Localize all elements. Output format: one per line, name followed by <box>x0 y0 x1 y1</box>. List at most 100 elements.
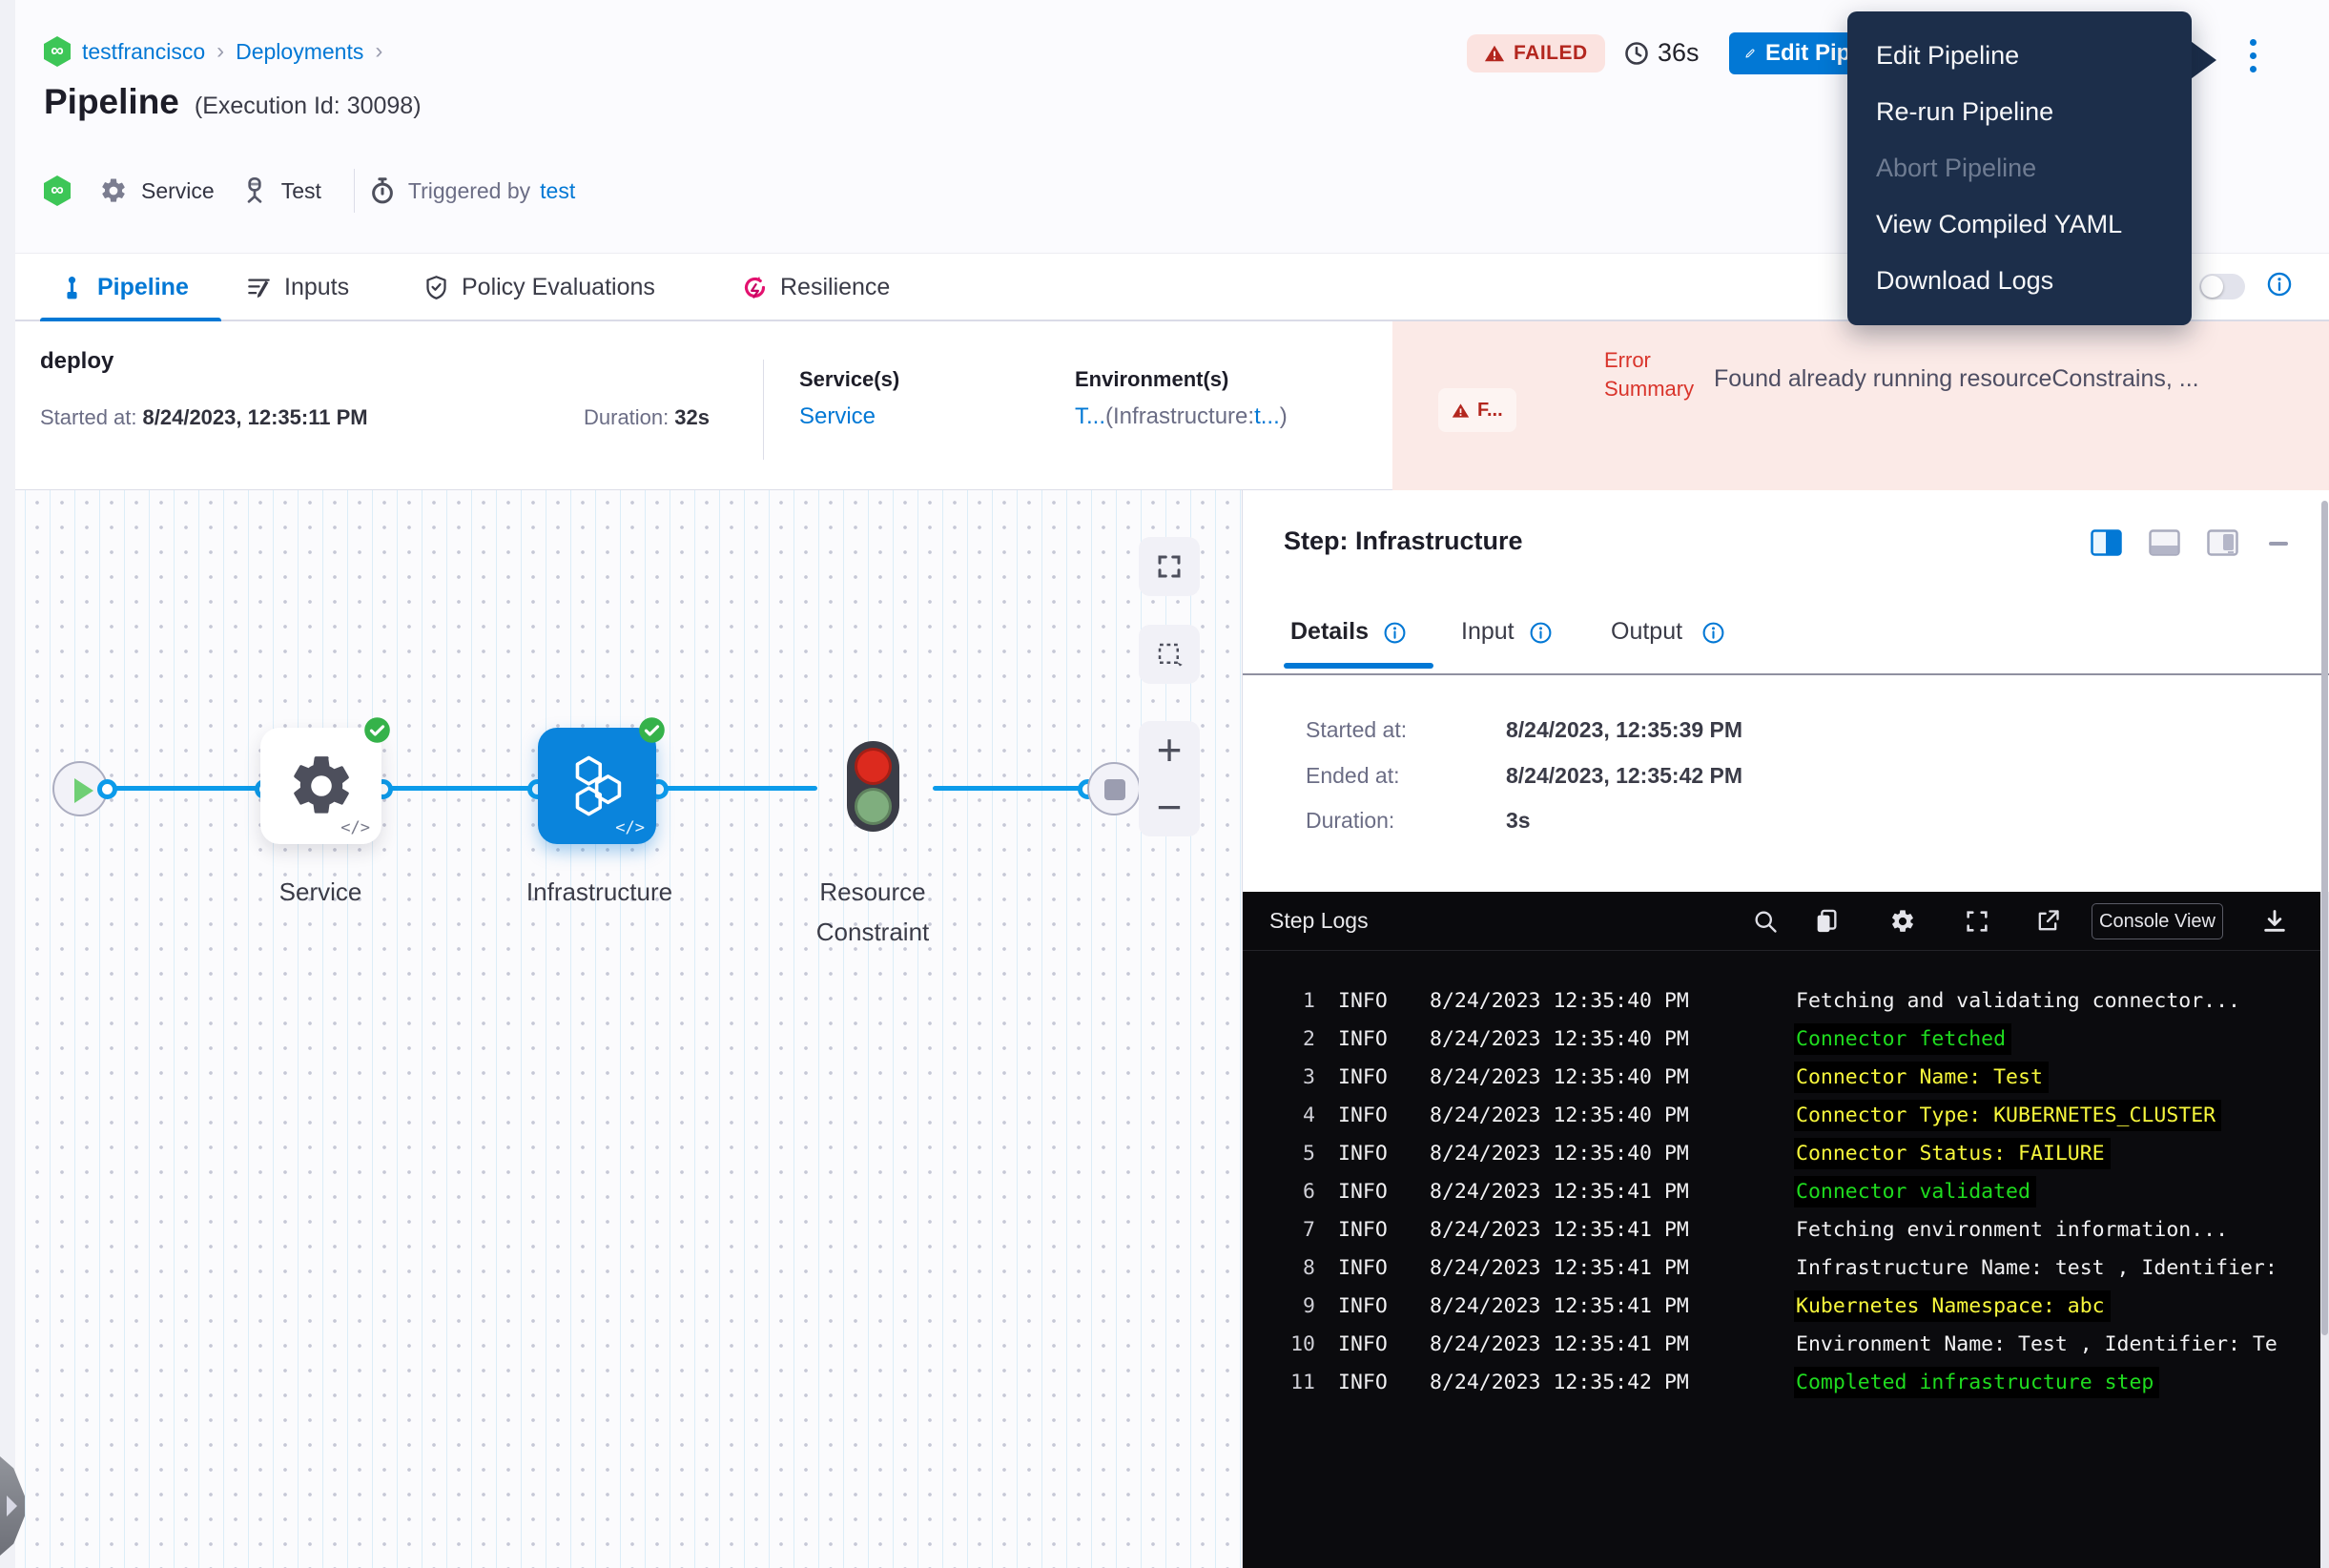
tab-pipeline-label: Pipeline <box>97 274 189 301</box>
canvas-zoom-controls: + − <box>1139 721 1200 836</box>
pipeline-graph-canvas[interactable]: </> Service </> Infrastructure Resource … <box>0 490 1242 1568</box>
menu-item[interactable]: Download Logs <box>1847 253 2192 309</box>
settings-gear-icon[interactable] <box>1889 908 1916 935</box>
layout-right-view-icon[interactable] <box>2091 528 2122 557</box>
layout-bottom-view-icon[interactable] <box>2149 528 2180 557</box>
panel-scrollbar-thumb[interactable] <box>2321 501 2328 1335</box>
clock-icon <box>1623 40 1650 67</box>
service-gear-icon <box>99 176 128 205</box>
minimize-icon[interactable] <box>2265 528 2292 557</box>
status-badge: FAILED <box>1467 34 1605 72</box>
panel-divider[interactable] <box>1243 673 2329 675</box>
step-details-panel: Step: Infrastructure Details Input Outpu… <box>1242 490 2329 1568</box>
stopwatch-icon <box>368 176 397 205</box>
log-row: 1INFO8/24/2023 12:35:40 PMFetching and v… <box>1243 982 2319 1021</box>
step-logs-console: Step Logs Console View 1INFO8/24/2023 12… <box>1243 892 2329 1568</box>
triggered-by-label: Triggered by <box>408 178 530 204</box>
info-icon[interactable] <box>1383 621 1407 645</box>
breadcrumb-project-link[interactable]: testfrancisco <box>82 39 205 65</box>
warning-triangle-icon <box>1452 402 1470 420</box>
tab-inputs[interactable]: Inputs <box>246 254 349 320</box>
info-icon[interactable] <box>2266 271 2293 298</box>
services-value-link[interactable]: Service <box>799 403 876 430</box>
menu-item[interactable]: Edit Pipeline <box>1847 28 2192 84</box>
log-row: 2INFO8/24/2023 12:35:40 PMConnector fetc… <box>1243 1021 2319 1059</box>
log-row: 3INFO8/24/2023 12:35:40 PMConnector Name… <box>1243 1059 2319 1097</box>
field-duration-label: Duration: <box>1306 808 1394 834</box>
node-infrastructure[interactable]: </> <box>538 728 656 844</box>
menu-item[interactable]: Re-run Pipeline <box>1847 84 2192 140</box>
error-status-badge: F... <box>1438 388 1516 432</box>
log-row: 4INFO8/24/2023 12:35:40 PMConnector Type… <box>1243 1097 2319 1135</box>
error-summary-message: Found already running resourceConstrains… <box>1714 365 2296 393</box>
edge-start-to-service <box>107 786 264 791</box>
field-started-label: Started at: <box>1306 717 1407 743</box>
copy-icon[interactable] <box>1813 908 1840 935</box>
environment-name[interactable]: Test <box>281 178 321 204</box>
stage-duration-value: 32s <box>674 405 710 429</box>
more-options-kebab-icon[interactable] <box>2237 34 2268 76</box>
fullscreen-icon <box>1155 552 1184 581</box>
left-edge-strip <box>0 0 15 1568</box>
chevron-right-icon <box>7 1496 17 1516</box>
tab-policy-evaluations[interactable]: Policy Evaluations <box>423 254 655 320</box>
search-icon[interactable] <box>1752 908 1779 935</box>
marquee-select-icon <box>1155 640 1184 669</box>
success-check-icon <box>638 716 666 744</box>
expand-icon[interactable] <box>1964 908 1990 935</box>
shield-check-icon <box>423 275 449 300</box>
play-icon <box>74 778 93 803</box>
toggle-knob <box>2201 276 2223 298</box>
layout-float-view-icon[interactable] <box>2207 528 2238 557</box>
stop-icon <box>1104 779 1125 800</box>
environments-value[interactable]: T...(Infrastructure:t...) <box>1075 403 1288 430</box>
log-row: 9INFO8/24/2023 12:35:41 PMKubernetes Nam… <box>1243 1288 2319 1326</box>
pipeline-meta-row: ∞ Service Test Triggered by test <box>44 168 575 214</box>
view-toggle[interactable] <box>2199 274 2245 299</box>
panel-tab-details[interactable]: Details <box>1290 618 1369 646</box>
breadcrumb-deployments-link[interactable]: Deployments <box>236 39 363 65</box>
panel-tab-output[interactable]: Output <box>1611 618 1682 646</box>
triggered-by-user-link[interactable]: test <box>540 178 575 204</box>
download-icon[interactable] <box>2261 908 2288 935</box>
console-view-button[interactable]: Console View <box>2092 903 2223 939</box>
tab-resilience[interactable]: Resilience <box>742 254 890 320</box>
service-name[interactable]: Service <box>141 178 215 204</box>
status-badge-label: FAILED <box>1514 42 1588 65</box>
panel-tab-input[interactable]: Input <box>1461 618 1515 646</box>
node-service-label: Service <box>244 872 397 912</box>
pipeline-execution-page: ∞ testfrancisco › Deployments › Pipeline… <box>0 0 2329 1568</box>
traffic-light-red <box>855 748 892 785</box>
breadcrumb: ∞ testfrancisco › Deployments › <box>44 36 382 67</box>
tab-pipeline[interactable]: Pipeline <box>59 254 189 320</box>
zoom-in-button[interactable]: + <box>1139 721 1200 778</box>
zoom-out-button[interactable]: − <box>1139 778 1200 836</box>
end-node[interactable] <box>1087 762 1141 815</box>
cd-module-icon: ∞ <box>44 175 71 206</box>
node-service[interactable]: </> <box>260 728 381 844</box>
connector-port <box>97 779 117 799</box>
canvas-marquee-select-button[interactable] <box>1139 625 1200 684</box>
active-panel-tab-underline <box>1284 663 1433 669</box>
canvas-fullscreen-button[interactable] <box>1139 537 1200 596</box>
code-glyph: </> <box>340 818 370 837</box>
traffic-light-green <box>855 788 892 825</box>
warning-triangle-icon <box>1484 43 1505 64</box>
open-external-icon[interactable] <box>2034 908 2061 935</box>
code-glyph: </> <box>615 818 645 837</box>
info-icon[interactable] <box>1529 621 1553 645</box>
menu-item[interactable]: View Compiled YAML <box>1847 196 2192 253</box>
step-logs-title: Step Logs <box>1269 908 1369 934</box>
log-row: 8INFO8/24/2023 12:35:41 PMInfrastructure… <box>1243 1249 2319 1288</box>
log-row: 5INFO8/24/2023 12:35:40 PMConnector Stat… <box>1243 1135 2319 1173</box>
tab-resilience-label: Resilience <box>780 274 890 301</box>
info-icon[interactable] <box>1701 621 1725 645</box>
field-ended-value: 8/24/2023, 12:35:42 PM <box>1506 763 1742 789</box>
error-status-badge-label: F... <box>1477 400 1503 422</box>
node-resource-constraint-label: Resource Constraint <box>782 872 963 952</box>
node-infrastructure-label: Infrastructure <box>511 872 688 912</box>
node-resource-constraint[interactable] <box>847 741 899 832</box>
menu-item: Abort Pipeline <box>1847 140 2192 196</box>
stage-started-at: Started at:8/24/2023, 12:35:11 PM <box>40 405 368 430</box>
infrastructure-hexagons-icon <box>563 752 631 820</box>
